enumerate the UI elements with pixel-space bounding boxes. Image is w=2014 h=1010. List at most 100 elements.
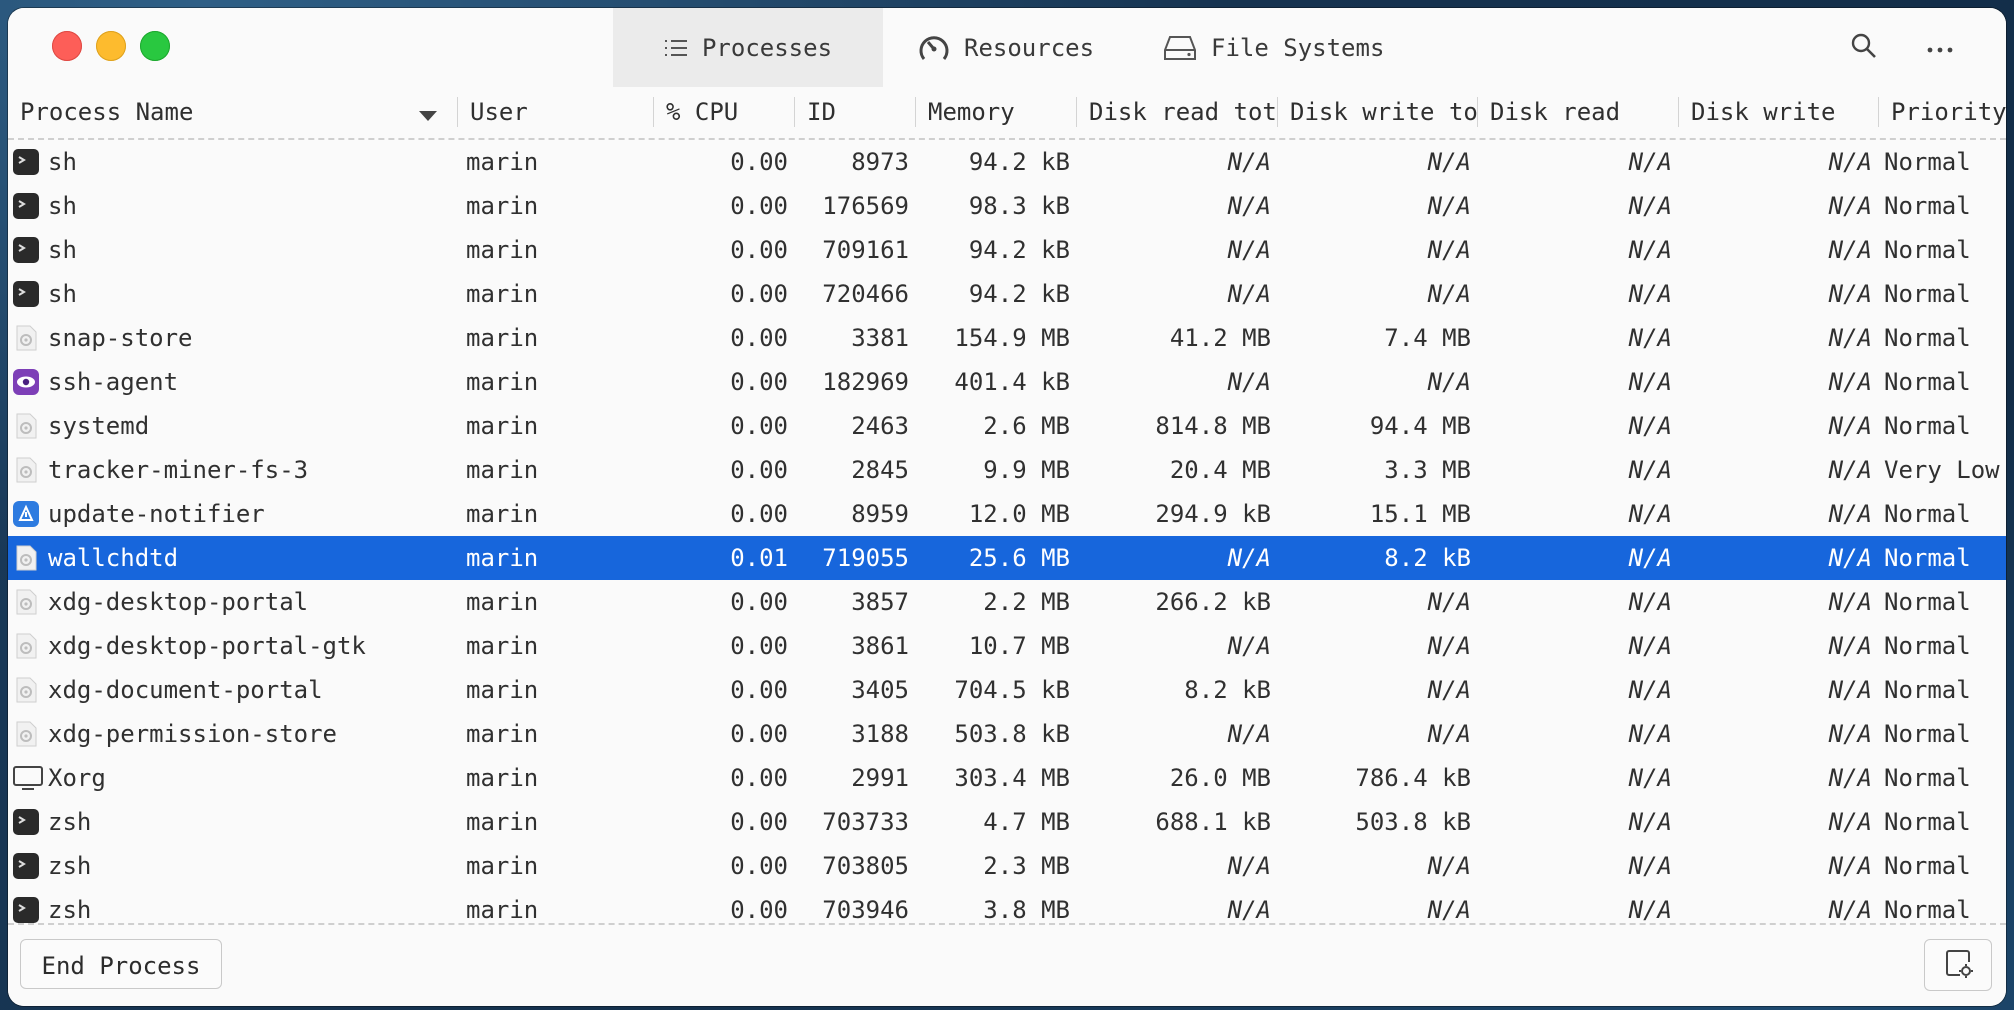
cell-priority: Normal [1884, 764, 1971, 792]
tab-processes-label: Processes [701, 33, 833, 62]
tab-processes[interactable]: Processes [613, 8, 883, 87]
cell-priority: Normal [1884, 280, 1971, 308]
cell-disk-write-total: N/A [1427, 720, 1471, 748]
minimize-window-button[interactable] [96, 31, 126, 61]
cell-disk-read: N/A [1628, 412, 1672, 440]
table-row[interactable]: xdg-document-portal marin 0.00 3405 704.5 kB… [8, 668, 2006, 712]
close-window-button[interactable] [52, 31, 82, 61]
table-row[interactable]: zsh marin 0.00 703733 4.7 MB 688.1 kB 503.8 kB… [8, 800, 2006, 844]
table-row[interactable]: wallchdtd marin 0.01 719055 25.6 MB N/A 8.2 kB… [8, 536, 2006, 580]
cell-disk-write-total: N/A [1427, 676, 1471, 704]
cell-user: marin [466, 324, 539, 352]
cell-disk-write: N/A [1828, 192, 1872, 220]
column-header-id[interactable]: ID [795, 87, 915, 138]
table-row[interactable]: zsh marin 0.00 703805 2.3 MB N/A N/A N/A N/A Norm… [8, 844, 2006, 888]
cell-disk-write-total: N/A [1427, 588, 1471, 616]
cell-disk-read: N/A [1628, 764, 1672, 792]
table-row[interactable]: sh marin 0.00 709161 94.2 kB N/A N/A N/A N/A Norm… [8, 228, 2006, 272]
cell-id: 2463 [851, 412, 909, 440]
column-header-priority[interactable]: Priority [1879, 87, 2006, 138]
table-row[interactable]: sh marin 0.00 720466 94.2 kB N/A N/A N/A N/A Norm… [8, 272, 2006, 316]
table-row[interactable]: sh marin 0.00 8973 94.2 kB N/A N/A N/A N/A Normal [8, 140, 2006, 184]
cell-memory: 98.3 kB [968, 192, 1070, 220]
process-settings-button[interactable] [1924, 939, 1992, 991]
table-row[interactable]: snap-store marin 0.00 3381 154.9 MB 41.2 MB 7.… [8, 316, 2006, 360]
cell-user: marin [466, 500, 539, 528]
footer-bar: End Process [8, 926, 2006, 1006]
cell-cpu: 0.00 [730, 764, 788, 792]
table-row[interactable]: Xorg marin 0.00 2991 303.4 MB 26.0 MB 786.4 kB… [8, 756, 2006, 800]
table-row[interactable]: systemd marin 0.00 2463 2.6 MB 814.8 MB 94.4 M… [8, 404, 2006, 448]
cell-disk-write-total: 8.2 kB [1384, 544, 1471, 572]
cell-priority: Normal [1884, 236, 1971, 264]
cell-priority: Very Low [1884, 456, 2000, 484]
column-header-cpu[interactable]: % CPU [654, 87, 794, 138]
table-row[interactable]: xdg-desktop-portal marin 0.00 3857 2.2 MB 266… [8, 580, 2006, 624]
eye-icon [12, 368, 40, 396]
cell-disk-write-total: N/A [1427, 280, 1471, 308]
cell-process-name: sh [48, 236, 77, 264]
tab-resources-label: Resources [964, 33, 1095, 62]
terminal-icon [12, 896, 40, 924]
column-header-process-name[interactable]: Process Name [8, 87, 448, 138]
search-button[interactable] [1846, 30, 1882, 66]
column-header-disk-write-total[interactable]: Disk write tot [1278, 87, 1478, 138]
cell-disk-write: N/A [1828, 852, 1872, 880]
cell-memory: 704.5 kB [954, 676, 1070, 704]
end-process-button[interactable]: End Process [20, 939, 222, 989]
cell-priority: Normal [1884, 324, 1971, 352]
cell-user: marin [466, 852, 539, 880]
table-row[interactable]: xdg-desktop-portal-gtk marin 0.00 3861 10.7 … [8, 624, 2006, 668]
process-settings-icon [1943, 948, 1973, 982]
cell-user: marin [466, 148, 539, 176]
cell-memory: 401.4 kB [954, 368, 1070, 396]
drive-icon [1163, 35, 1197, 61]
table-row[interactable]: ssh-agent marin 0.00 182969 401.4 kB N/A N/A N/… [8, 360, 2006, 404]
column-header-disk-read[interactable]: Disk read [1478, 87, 1678, 138]
maximize-window-button[interactable] [140, 31, 170, 61]
cell-process-name: sh [48, 280, 77, 308]
cell-memory: 9.9 MB [983, 456, 1070, 484]
cell-user: marin [466, 192, 539, 220]
more-icon [1926, 39, 1954, 58]
cell-disk-write-total: 503.8 kB [1355, 808, 1471, 836]
cell-disk-write-total: 3.3 MB [1384, 456, 1471, 484]
cell-disk-read-total: 26.0 MB [1169, 764, 1271, 792]
column-header-disk-write[interactable]: Disk write [1679, 87, 1879, 138]
cell-process-name: update-notifier [48, 500, 265, 528]
cell-priority: Normal [1884, 368, 1971, 396]
cell-process-name: xdg-document-portal [48, 676, 323, 704]
list-bottom-divider [8, 923, 2006, 925]
tab-file-systems[interactable]: File Systems [1163, 8, 1384, 87]
table-row[interactable]: tracker-miner-fs-3 marin 0.00 2845 9.9 MB 20.… [8, 448, 2006, 492]
cell-id: 2845 [851, 456, 909, 484]
cell-disk-write: N/A [1828, 280, 1872, 308]
monitor-icon [12, 764, 43, 792]
column-header-disk-read-total[interactable]: Disk read tota [1077, 87, 1277, 138]
cell-id: 2991 [851, 764, 909, 792]
cell-memory: 94.2 kB [968, 280, 1070, 308]
table-row[interactable]: xdg-permission-store marin 0.00 3188 503.8 k… [8, 712, 2006, 756]
generic-app-icon [12, 588, 40, 616]
column-header-user[interactable]: User [458, 87, 658, 138]
cell-disk-write: N/A [1828, 808, 1872, 836]
cell-disk-write: N/A [1828, 324, 1872, 352]
cell-cpu: 0.00 [730, 852, 788, 880]
cell-id: 3857 [851, 588, 909, 616]
cell-priority: Normal [1884, 632, 1971, 660]
tab-resources[interactable]: Resources [918, 8, 1094, 87]
cell-disk-read: N/A [1628, 720, 1672, 748]
cell-disk-read: N/A [1628, 456, 1672, 484]
cell-disk-read-total: 294.9 kB [1155, 500, 1271, 528]
chevron-down-icon[interactable] [418, 107, 438, 126]
more-options-button[interactable] [1922, 30, 1958, 66]
cell-memory: 10.7 MB [968, 632, 1070, 660]
cell-cpu: 0.00 [730, 280, 788, 308]
column-header-memory[interactable]: Memory [916, 87, 1076, 138]
table-row[interactable]: sh marin 0.00 176569 98.3 kB N/A N/A N/A N/A Norm… [8, 184, 2006, 228]
cell-process-name: systemd [48, 412, 150, 440]
cell-priority: Normal [1884, 148, 1971, 176]
table-row[interactable]: update-notifier marin 0.00 8959 12.0 MB 294.9… [8, 492, 2006, 536]
cell-cpu: 0.00 [730, 148, 788, 176]
cell-process-name: xdg-desktop-portal-gtk [48, 632, 366, 660]
